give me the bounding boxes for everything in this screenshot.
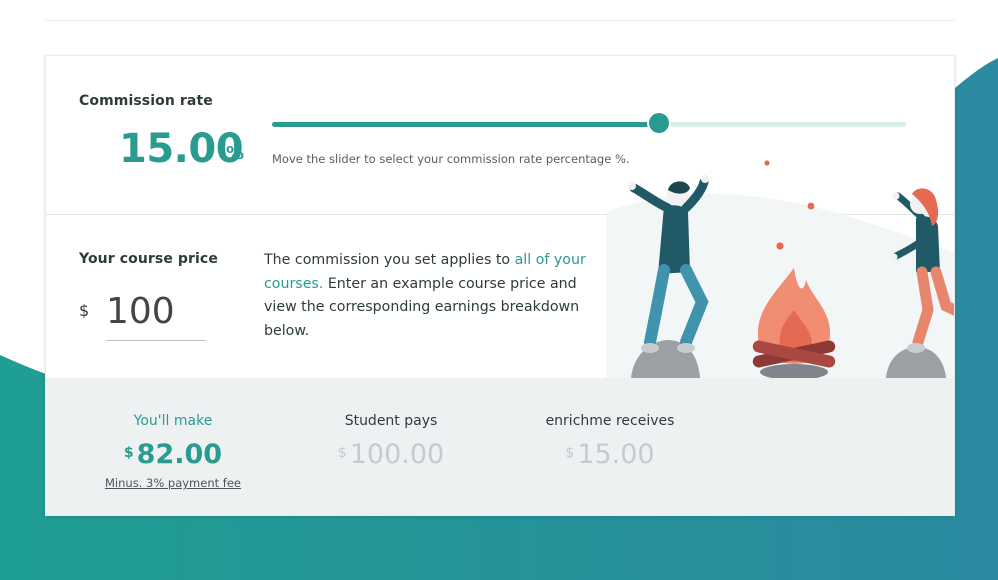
slider-hint: Move the slider to select your commissio… <box>272 152 630 166</box>
earnings-breakdown: You'll make $82.00 Minus. 3% payment fee… <box>46 378 954 515</box>
course-price-input[interactable] <box>106 282 206 341</box>
you-make-value: 82.00 <box>136 439 223 470</box>
commission-slider[interactable] <box>272 113 906 133</box>
commission-rate-unit: % <box>226 143 245 164</box>
student-pays-value: 100.00 <box>349 439 445 470</box>
commission-calculator-card: Commission rate 15.00 % Move the slider … <box>45 55 955 516</box>
header-divider <box>45 20 955 21</box>
you-make-currency: $ <box>123 445 134 461</box>
commission-rate-label: Commission rate <box>79 93 213 109</box>
commission-description: The commission you set applies to all of… <box>264 249 594 343</box>
course-price-label: Your course price <box>79 251 218 267</box>
campfire-celebration-illustration <box>606 160 954 378</box>
enrichme-receives-label: enrichme receives <box>545 413 675 429</box>
commission-slider-thumb[interactable] <box>648 113 669 133</box>
student-pays-currency: $ <box>337 445 347 461</box>
enrichme-receives-value: 15.00 <box>577 439 655 470</box>
you-make-column: You'll make $82.00 Minus. 3% payment fee <box>73 413 273 491</box>
spark <box>807 202 815 210</box>
spark <box>776 242 784 250</box>
enrichme-receives-amount: $15.00 <box>510 439 710 470</box>
enrichme-receives-column: enrichme receives $15.00 <box>510 413 710 470</box>
student-pays-column: Student pays $100.00 <box>291 413 491 470</box>
enrichme-receives-currency: $ <box>565 445 575 461</box>
course-price-currency: $ <box>79 301 90 320</box>
payment-fee-link[interactable]: Minus. 3% payment fee <box>105 476 241 490</box>
student-pays-amount: $100.00 <box>291 439 491 470</box>
commission-rate-value: 15.00 <box>119 126 244 172</box>
you-make-label: You'll make <box>133 413 213 429</box>
description-text-1: The commission you set applies to <box>264 252 515 268</box>
spark <box>764 160 770 166</box>
student-pays-label: Student pays <box>344 413 438 429</box>
you-make-amount: $82.00 <box>73 439 273 470</box>
commission-slider-fill <box>272 122 659 127</box>
